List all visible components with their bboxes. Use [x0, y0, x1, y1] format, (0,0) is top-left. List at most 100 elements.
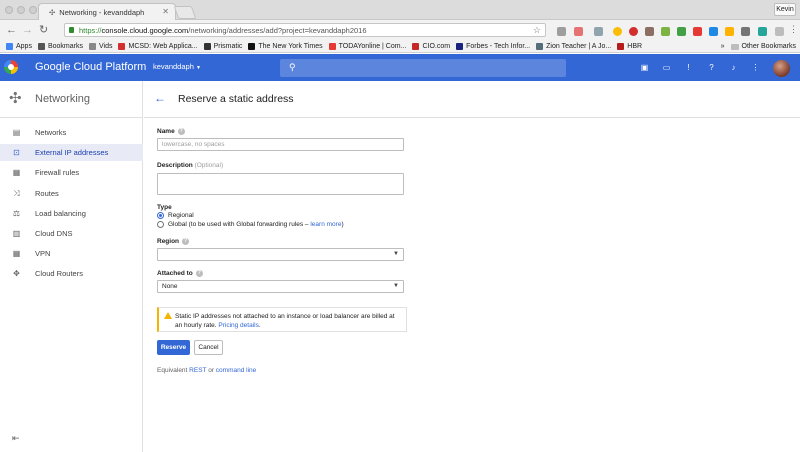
name-field[interactable]: lowercase, no spaces: [157, 138, 404, 151]
bookmark-label: Forbes - Tech Infor...: [466, 42, 531, 50]
extension-icon[interactable]: [725, 27, 734, 36]
region-label-text: Region: [157, 238, 180, 246]
command-line-link[interactable]: command line: [216, 367, 256, 374]
radio-global-label: Global (to be used with Global forwardin…: [168, 221, 309, 228]
forward-arrow-icon[interactable]: →: [22, 24, 33, 36]
extension-icon[interactable]: [557, 27, 566, 36]
zoom-window-button[interactable]: [29, 6, 37, 14]
bookmark-favicon-icon: [6, 42, 13, 50]
extension-icon[interactable]: [677, 27, 686, 36]
attached-to-select[interactable]: None ▼: [157, 280, 404, 293]
extension-icon[interactable]: [709, 27, 718, 36]
extension-icon[interactable]: [645, 27, 654, 36]
sidebar-header: ✣ Networking: [0, 81, 143, 118]
gcp-logo-icon[interactable]: [4, 60, 18, 74]
bookmark-item[interactable]: MCSD: Web Applica...: [118, 42, 198, 50]
sidebar-item-vpn[interactable]: ▦ VPN: [0, 245, 143, 262]
chevron-double-right-icon[interactable]: »: [721, 43, 725, 50]
chevron-down-icon: ▼: [393, 251, 399, 257]
reserve-button[interactable]: Reserve: [157, 340, 190, 355]
help-icon[interactable]: ?: [182, 238, 190, 245]
sidebar-item-firewall-rules[interactable]: ▦ Firewall rules: [0, 164, 143, 181]
extension-icon[interactable]: [775, 27, 784, 36]
bookmark-item[interactable]: HBR: [617, 42, 643, 50]
external-ip-icon: ⊡: [13, 148, 20, 158]
sidebar-item-routes[interactable]: ⤨ Routes: [0, 185, 143, 202]
bookmark-favicon-icon: [456, 42, 464, 50]
new-tab-button[interactable]: [173, 6, 197, 19]
radio-regional[interactable]: Regional: [157, 212, 194, 219]
sidebar-item-networks[interactable]: ▤ Networks: [0, 124, 143, 141]
collapse-sidebar-icon[interactable]: ⇤: [12, 433, 20, 444]
bookmark-favicon-icon: [88, 42, 96, 50]
gift-icon[interactable]: ▣: [640, 63, 649, 72]
close-window-button[interactable]: [5, 6, 13, 14]
extension-icon[interactable]: [741, 27, 750, 36]
extension-icon[interactable]: [594, 27, 603, 36]
extension-icon[interactable]: [574, 27, 583, 36]
billing-warning: Static IP addresses not attached to an i…: [157, 307, 407, 332]
sidebar-item-external-ip-addresses[interactable]: ⊡ External IP addresses: [0, 144, 143, 162]
extension-icon[interactable]: [613, 27, 622, 36]
avatar[interactable]: [773, 60, 790, 77]
address-bar[interactable]: https://console.cloud.google.com/network…: [64, 23, 546, 37]
extension-icon[interactable]: [629, 27, 638, 36]
extension-icon[interactable]: [693, 27, 702, 36]
pricing-details-link[interactable]: Pricing details: [218, 322, 258, 329]
bookmark-item[interactable]: TODAYonline | Com...: [328, 42, 406, 50]
other-bookmarks[interactable]: » Other Bookmarks: [721, 40, 796, 53]
bookmark-label: HBR: [627, 42, 643, 50]
help-icon[interactable]: ?: [707, 63, 716, 72]
alert-icon[interactable]: !: [684, 63, 693, 72]
close-tab-icon[interactable]: ✕: [162, 7, 169, 16]
description-field[interactable]: [157, 173, 404, 195]
bookmark-item[interactable]: Prismatic: [203, 42, 242, 50]
radio-selected-icon[interactable]: [157, 212, 164, 219]
help-icon[interactable]: ?: [195, 270, 203, 277]
help-icon[interactable]: ?: [177, 128, 185, 135]
browser-menu-icon[interactable]: ⋮: [789, 23, 798, 35]
more-vert-icon[interactable]: ⋮: [751, 63, 760, 72]
sidebar-item-label: Routes: [35, 188, 59, 198]
bookmark-item[interactable]: Forbes - Tech Infor...: [456, 42, 531, 50]
firewall-icon: ▦: [12, 168, 21, 178]
sidebar-item-load-balancing[interactable]: ⚖ Load balancing: [0, 205, 143, 222]
bookmark-item[interactable]: Vids: [88, 42, 112, 50]
profile-button[interactable]: Kevin: [774, 3, 796, 16]
browser-tab-strip: ✣ Networking - kevanddaph ✕ Kevin: [0, 0, 800, 20]
search-bar[interactable]: ⚲: [280, 59, 566, 77]
learn-more-link[interactable]: learn more: [310, 221, 341, 228]
browser-tab[interactable]: ✣ Networking - kevanddaph ✕: [38, 3, 176, 20]
radio-unselected-icon[interactable]: [157, 221, 164, 228]
bookmark-item[interactable]: Zion Teacher | A Jo...: [536, 42, 611, 50]
project-selector[interactable]: kevanddaph ▼: [153, 62, 201, 71]
bookmark-item[interactable]: CIO.com: [412, 42, 450, 50]
sidebar-item-cloud-routers[interactable]: ✥ Cloud Routers: [0, 265, 143, 282]
minimize-window-button[interactable]: [17, 6, 25, 14]
bookmark-favicon-icon: [37, 42, 45, 50]
product-name[interactable]: Google Cloud Platform: [35, 61, 146, 73]
radio-regional-label: Regional: [168, 212, 194, 219]
warning-period: .: [258, 322, 261, 329]
cloud-shell-icon[interactable]: ▭: [662, 63, 671, 72]
radio-global[interactable]: Global (to be used with Global forwardin…: [157, 221, 344, 228]
back-arrow-icon[interactable]: ←: [6, 24, 17, 36]
sidebar-item-cloud-dns[interactable]: ▥ Cloud DNS: [0, 225, 143, 242]
rest-link[interactable]: REST: [189, 367, 206, 374]
extension-icon[interactable]: [758, 27, 767, 36]
bookmark-item[interactable]: Bookmarks: [37, 42, 83, 50]
reload-icon[interactable]: ↻: [39, 24, 48, 36]
bookmark-item[interactable]: Apps: [6, 42, 32, 50]
bookmark-item[interactable]: The New York Times: [248, 42, 323, 50]
region-select[interactable]: ▼: [157, 248, 404, 261]
region-label: Region?: [157, 238, 190, 246]
equivalent-prefix: Equivalent: [157, 367, 190, 374]
extension-icon[interactable]: [661, 27, 670, 36]
equivalent-links: Equivalent REST or command line: [157, 367, 256, 374]
cancel-button[interactable]: Cancel: [194, 340, 223, 355]
search-icon: ⚲: [289, 62, 296, 72]
back-arrow-icon[interactable]: ←: [154, 91, 166, 105]
optional-hint: (Optional): [194, 162, 224, 169]
notifications-icon[interactable]: ♪: [729, 63, 738, 72]
bookmark-star-icon[interactable]: ☆: [533, 24, 541, 37]
